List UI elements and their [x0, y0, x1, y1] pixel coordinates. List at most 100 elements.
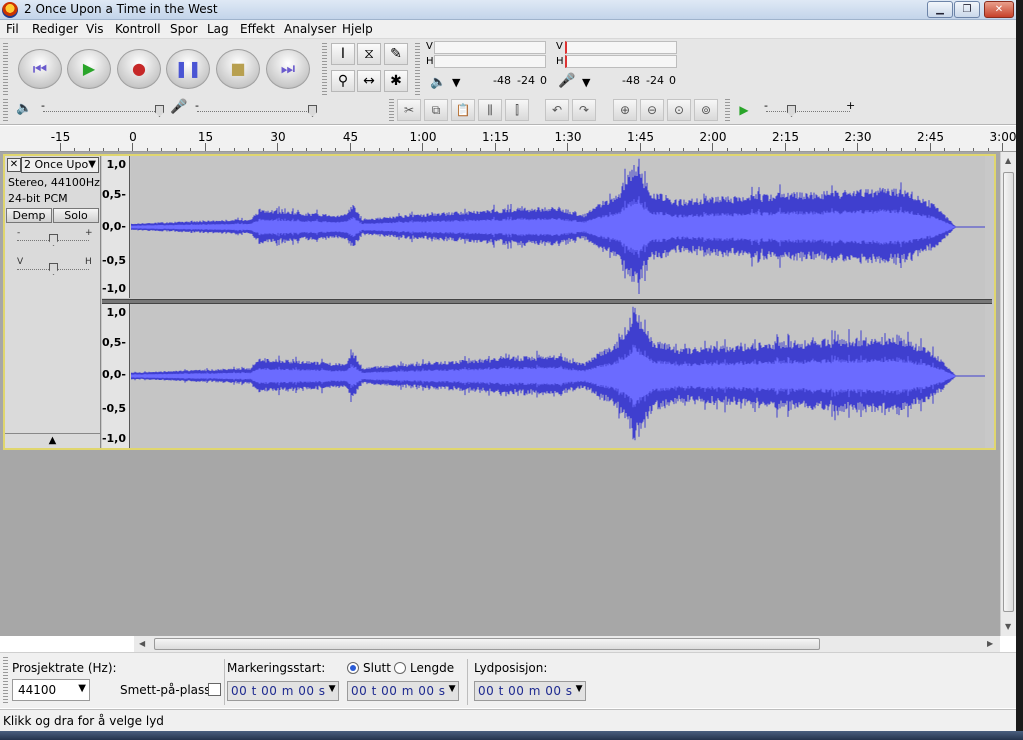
input-volume-track[interactable]	[197, 111, 315, 113]
audio-track[interactable]: ✕ 2 Once Upo ▼ Stereo, 44100Hz 24-bit PC…	[3, 154, 996, 450]
menu-kontroll[interactable]: Kontroll	[115, 22, 161, 36]
cut-button[interactable]: ✂	[397, 99, 421, 121]
copy-button[interactable]: ⧉	[424, 99, 448, 121]
input-volume-slider[interactable]	[308, 105, 317, 117]
ruler-major-tick	[1002, 143, 1003, 151]
ruler-minor-tick	[581, 148, 583, 151]
rec-meter-left[interactable]	[565, 41, 677, 54]
y-label: -1,0	[101, 432, 126, 445]
mixer-grip[interactable]	[3, 99, 8, 123]
trim-button[interactable]: ⫼	[478, 99, 502, 121]
rec-meter-dropdown-icon[interactable]: ▼	[582, 76, 590, 89]
ruler-minor-tick	[364, 148, 365, 151]
scroll-right-icon[interactable]: ▶	[987, 639, 993, 648]
scroll-up-icon[interactable]: ▲	[1005, 156, 1011, 165]
play-speed-slider[interactable]	[787, 105, 796, 117]
ruler-minor-tick	[610, 148, 612, 151]
waveform-left[interactable]	[131, 156, 985, 298]
play-meter-right-label: H	[426, 56, 434, 67]
selection-end-field[interactable]: 00 t 00 m 00 s ▼	[347, 681, 459, 701]
vertical-scroll-thumb[interactable]	[1003, 172, 1014, 612]
ruler-tick-label: 2:45	[917, 130, 944, 144]
y-label: 0,5-	[101, 336, 126, 349]
track-close-button[interactable]: ✕	[7, 158, 21, 172]
scroll-left-icon[interactable]: ◀	[139, 639, 145, 648]
redo-button[interactable]: ↷	[572, 99, 596, 121]
undo-button[interactable]: ↶	[545, 99, 569, 121]
horizontal-scroll-thumb[interactable]	[154, 638, 820, 650]
scroll-down-icon[interactable]: ▼	[1005, 622, 1011, 631]
menu-analyser[interactable]: Analyser	[284, 22, 336, 36]
ruler-tick-label: 15	[197, 130, 214, 144]
speaker-icon[interactable]: 🔈	[430, 75, 446, 90]
selection-start-field[interactable]: 00 t 00 m 00 s ▼	[227, 681, 339, 701]
track-name-menu[interactable]: 2 Once Upo ▼	[21, 157, 99, 173]
y-label: -0,5	[101, 402, 126, 415]
mute-button[interactable]: Demp	[6, 208, 52, 223]
play-button[interactable]: ▶	[67, 49, 111, 89]
multi-tool-button[interactable]: ✱	[384, 70, 408, 92]
timeline-ruler[interactable]: -15 0 15 30 45 1:00 1:15 1:30 1:45 2:00 2:15 2:30 2:…	[0, 126, 1016, 152]
collapse-track-button[interactable]: ▲	[5, 433, 100, 448]
play-at-speed-button[interactable]: ▶	[732, 99, 756, 121]
close-button[interactable]: ✕	[984, 1, 1014, 18]
pause-button[interactable]: ❚❚	[166, 49, 210, 89]
play-speed-track[interactable]	[766, 111, 850, 113]
zoom-out-button[interactable]: ⊖	[640, 99, 664, 121]
audio-position-field[interactable]: 00 t 00 m 00 s ▼	[474, 681, 586, 701]
length-radio[interactable]	[394, 662, 406, 674]
end-label: Slutt	[363, 661, 391, 675]
ruler-major-tick	[132, 143, 133, 151]
menu-hjelp[interactable]: Hjelp	[342, 22, 373, 36]
skip-to-end-button[interactable]: ⏭	[266, 49, 310, 89]
ruler-minor-tick	[233, 148, 235, 151]
fit-project-button[interactable]: ⊚	[694, 99, 718, 121]
transcription-grip[interactable]	[725, 99, 730, 123]
menu-rediger[interactable]: Rediger	[32, 22, 78, 36]
end-radio[interactable]	[347, 662, 359, 674]
ruler-minor-tick	[74, 148, 75, 151]
menu-effekt[interactable]: Effekt	[240, 22, 275, 36]
output-volume-slider[interactable]	[155, 105, 164, 117]
meter-grip[interactable]	[415, 43, 420, 97]
solo-button[interactable]: Solo	[53, 208, 99, 223]
zoom-in-button[interactable]: ⊕	[613, 99, 637, 121]
vertical-scrollbar[interactable]: ▲ ▼	[1000, 152, 1016, 636]
ruler-tick-label: 45	[342, 130, 359, 144]
menu-lag[interactable]: Lag	[207, 22, 229, 36]
toolbar-grip[interactable]	[3, 43, 8, 97]
tools-grip[interactable]	[322, 43, 327, 97]
gain-slider[interactable]	[49, 234, 58, 246]
menu-fil[interactable]: Fil	[6, 22, 19, 36]
project-rate-select[interactable]: 44100 ▼	[12, 679, 90, 701]
play-scale-0: 0	[540, 74, 547, 87]
fit-selection-button[interactable]: ⊙	[667, 99, 691, 121]
horizontal-scrollbar[interactable]: ◀ ▶	[134, 636, 1000, 652]
maximize-button[interactable]: ❐	[954, 1, 980, 18]
selection-grip[interactable]	[3, 657, 8, 705]
skip-to-start-button[interactable]: ⏮	[18, 49, 62, 89]
edit-grip[interactable]	[389, 99, 394, 123]
envelope-tool-button[interactable]: ⧖	[357, 43, 381, 65]
output-volume-track[interactable]	[43, 111, 161, 113]
rec-meter-right[interactable]	[565, 55, 677, 68]
snap-checkbox[interactable]	[208, 683, 221, 696]
minimize-button[interactable]: ▁	[927, 1, 953, 18]
chevron-down-icon: ▼	[448, 684, 456, 694]
menu-spor[interactable]: Spor	[170, 22, 198, 36]
pan-slider[interactable]	[49, 263, 58, 275]
waveform-right[interactable]	[131, 304, 985, 448]
microphone-icon[interactable]: 🎤	[558, 73, 575, 89]
play-meter-dropdown-icon[interactable]: ▼	[452, 76, 460, 89]
play-meter-right[interactable]	[434, 55, 546, 68]
draw-tool-button[interactable]: ✎	[384, 43, 408, 65]
timeshift-tool-button[interactable]: ↔	[357, 70, 381, 92]
silence-button[interactable]: ⫿	[505, 99, 529, 121]
paste-button[interactable]: 📋	[451, 99, 475, 121]
play-meter-left[interactable]	[434, 41, 546, 54]
selection-tool-button[interactable]: I	[331, 43, 355, 65]
stop-button[interactable]: ■	[216, 49, 260, 89]
record-button[interactable]: ●	[117, 49, 161, 89]
menu-vis[interactable]: Vis	[86, 22, 104, 36]
zoom-tool-button[interactable]: ⚲	[331, 70, 355, 92]
